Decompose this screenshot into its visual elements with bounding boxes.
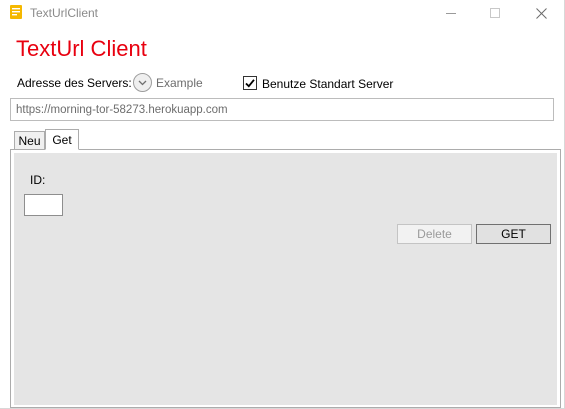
window-title: TextUrlClient	[30, 6, 99, 20]
minimize-icon	[446, 13, 456, 14]
tab-get[interactable]: Get	[45, 129, 79, 150]
close-icon	[535, 7, 547, 19]
use-standard-server-checkbox[interactable]	[243, 76, 257, 90]
example-label[interactable]: Example	[156, 76, 203, 90]
minimize-button[interactable]	[433, 0, 469, 26]
chevron-down-icon	[138, 80, 147, 86]
get-panel-content: ID: Delete GET	[14, 153, 557, 405]
delete-button[interactable]: Delete	[397, 224, 472, 244]
use-standard-server-label[interactable]: Benutze Standart Server	[262, 77, 393, 91]
checkmark-icon	[245, 79, 255, 88]
note-icon	[10, 5, 22, 19]
tab-neu[interactable]: Neu	[14, 131, 45, 150]
get-tab-panel: ID: Delete GET	[10, 149, 561, 408]
app-window: TextUrlClient TextUrl Client Adresse des…	[0, 0, 565, 409]
page-title: TextUrl Client	[16, 36, 147, 61]
id-input[interactable]	[24, 194, 63, 216]
title-bar[interactable]: TextUrlClient	[0, 0, 565, 26]
id-label: ID:	[30, 173, 46, 187]
maximize-icon	[490, 8, 500, 18]
get-button[interactable]: GET	[476, 224, 551, 244]
example-dropdown-button[interactable]	[133, 73, 152, 92]
close-button[interactable]	[523, 0, 559, 26]
server-address-label: Adresse des Servers:	[17, 76, 132, 90]
maximize-button[interactable]	[477, 0, 513, 26]
server-url-input[interactable]	[10, 98, 554, 121]
